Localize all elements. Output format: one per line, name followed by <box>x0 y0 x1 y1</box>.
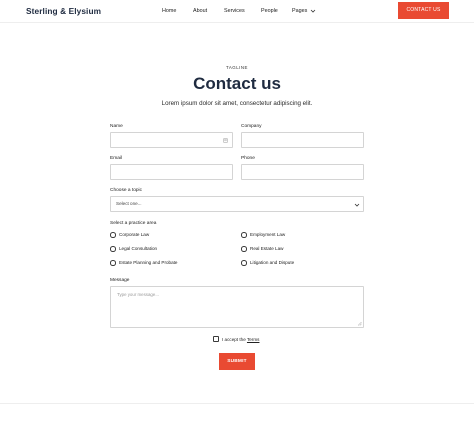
email-field[interactable] <box>110 164 233 180</box>
nav-pages[interactable]: Pages <box>292 8 307 14</box>
phone-label: Phone <box>241 156 255 161</box>
message-label: Message <box>110 278 130 283</box>
topic-label: Choose a topic <box>110 188 142 193</box>
page-title: Contact us <box>193 74 281 93</box>
message-textarea[interactable]: Type your message... <box>110 286 364 328</box>
brand-logo[interactable]: Sterling & Elysium <box>26 6 101 16</box>
phone-field[interactable] <box>241 164 364 180</box>
topic-select[interactable]: Select one... <box>110 196 364 212</box>
terms-prefix: I accept the <box>222 337 247 342</box>
option-label-estate-planning: Estate Planning and Probate <box>119 260 178 265</box>
message-placeholder: Type your message... <box>117 292 159 297</box>
option-label-real-estate-law: Real Estate Law <box>250 246 284 251</box>
name-field[interactable] <box>110 132 233 148</box>
contact-us-button[interactable]: CONTACT US <box>398 2 449 19</box>
terms-link[interactable]: Terms <box>247 337 260 342</box>
radio-employment-law[interactable] <box>241 232 247 238</box>
resize-handle-icon[interactable] <box>357 321 362 326</box>
email-label: Email <box>110 156 122 161</box>
option-label-corporate-law: Corporate Law <box>119 232 150 237</box>
radio-legal-consultation[interactable] <box>110 246 116 252</box>
contact-card-icon <box>223 138 228 143</box>
radio-corporate-law[interactable] <box>110 232 116 238</box>
footer-divider <box>0 403 474 404</box>
chevron-down-icon[interactable] <box>310 8 316 14</box>
radio-litigation[interactable] <box>241 260 247 266</box>
name-label: Name <box>110 124 123 129</box>
company-field[interactable] <box>241 132 364 148</box>
terms-checkbox[interactable] <box>213 336 219 342</box>
tagline: TAGLINE <box>226 65 248 70</box>
option-label-legal-consultation: Legal Consultation <box>119 246 158 251</box>
page-subtitle: Lorem ipsum dolor sit amet, consectetur … <box>161 100 313 107</box>
submit-button[interactable]: SUBMIT <box>219 353 255 370</box>
option-label-employment-law: Employment Law <box>250 232 286 237</box>
nav-about[interactable]: About <box>193 8 207 14</box>
nav-people[interactable]: People <box>261 8 278 14</box>
radio-estate-planning[interactable] <box>110 260 116 266</box>
radio-real-estate-law[interactable] <box>241 246 247 252</box>
top-navigation-bar: Sterling & Elysium Home About Services P… <box>0 0 474 23</box>
practice-area-label: Select a practice area <box>110 221 157 226</box>
nav-home[interactable]: Home <box>162 8 176 14</box>
nav-services[interactable]: Services <box>224 8 245 14</box>
topic-selected-value: Select one... <box>116 201 142 206</box>
option-label-litigation: Litigation and Dispute <box>250 260 295 265</box>
company-label: Company <box>241 124 262 129</box>
chevron-down-icon <box>354 203 360 207</box>
terms-text: I accept the Terms <box>222 337 259 342</box>
